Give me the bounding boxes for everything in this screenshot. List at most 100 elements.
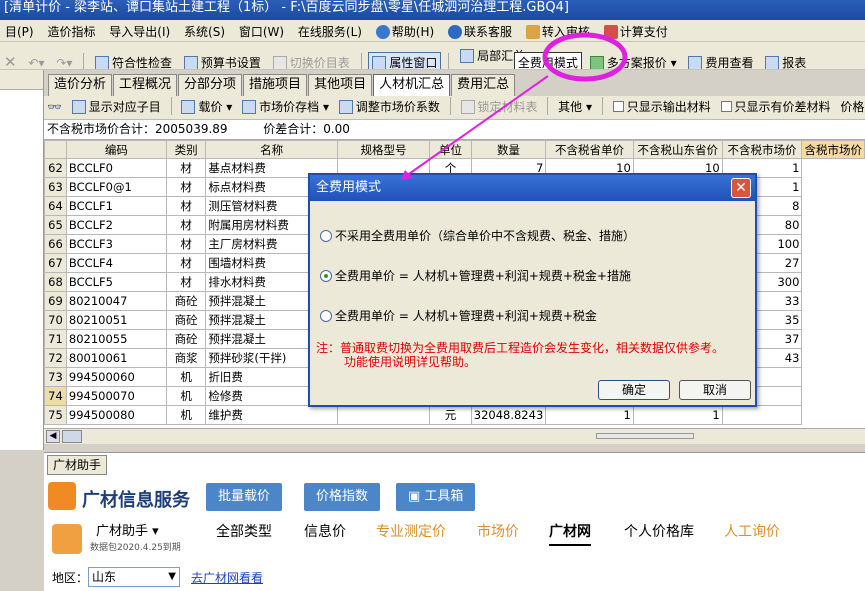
- property-window-button[interactable]: 属性窗口: [368, 52, 442, 69]
- name-cell[interactable]: 维护费: [205, 405, 338, 425]
- region-select[interactable]: 山东 ▼: [88, 567, 180, 587]
- fee-view-button[interactable]: 费用查看: [684, 52, 757, 69]
- toolbox-button[interactable]: ▣ 工具箱: [396, 483, 476, 511]
- col-header-code[interactable]: 编码: [65, 140, 167, 159]
- show-child-button[interactable]: 显示对应子目: [69, 96, 164, 118]
- menu-item-cost-index[interactable]: 造价指标: [42, 20, 100, 41]
- category-cell[interactable]: 商砼: [165, 329, 207, 349]
- only-diff-checkbox[interactable]: 只显示有价差材料: [718, 96, 834, 118]
- tab-cost-analysis[interactable]: 造价分析: [48, 74, 113, 96]
- col-header-quantity[interactable]: 数量: [470, 140, 547, 159]
- unit-cell[interactable]: 元: [429, 405, 472, 425]
- tab-labor-material-summary[interactable]: 人材机汇总: [373, 74, 451, 96]
- nav-all-types[interactable]: 全部类型: [216, 520, 272, 544]
- category-cell[interactable]: 材: [165, 272, 207, 292]
- market-price-cell[interactable]: [721, 405, 803, 425]
- code-cell[interactable]: BCCLF1: [65, 196, 167, 216]
- code-cell[interactable]: BCCLF2: [65, 215, 167, 235]
- adjust-coef-button[interactable]: 调整市场价系数: [336, 96, 443, 118]
- category-cell[interactable]: 材: [165, 253, 207, 273]
- tab-measures[interactable]: 措施项目: [243, 74, 308, 96]
- code-cell[interactable]: 80010061: [65, 348, 167, 368]
- option-no-full-fee[interactable]: 不采用全费用单价（综合单价中不含规费、税金、措施）: [320, 228, 635, 244]
- tab-other-items[interactable]: 其他项目: [308, 74, 373, 96]
- menu-item-window[interactable]: 窗口(W): [234, 20, 289, 41]
- category-cell[interactable]: 材: [165, 177, 207, 197]
- only-output-checkbox[interactable]: 只显示输出材料: [610, 96, 714, 118]
- tab-fee-summary[interactable]: 费用汇总: [451, 74, 516, 96]
- col-header-province-price[interactable]: 不含税省单价: [545, 140, 634, 159]
- code-cell[interactable]: 80210051: [65, 310, 167, 330]
- category-cell[interactable]: 材: [165, 196, 207, 216]
- category-cell[interactable]: 材: [165, 234, 207, 254]
- menu-item-support[interactable]: 联系客服: [443, 20, 517, 41]
- category-cell[interactable]: 机: [165, 386, 207, 406]
- splitter-handle[interactable]: [596, 433, 694, 439]
- option-full-fee-with-measures[interactable]: 全费用单价 = 人材机+管理费+利润+规费+税金+措施: [320, 268, 631, 284]
- close-icon[interactable]: ✕: [0, 51, 21, 69]
- code-cell[interactable]: BCCLF0: [65, 158, 167, 178]
- code-cell[interactable]: 994500080: [65, 405, 167, 425]
- fit-check-button[interactable]: 符合性检查: [91, 52, 176, 69]
- category-cell[interactable]: 机: [165, 367, 207, 387]
- full-fee-mode-button[interactable]: 全费用模式: [513, 52, 582, 69]
- quantity-cell[interactable]: 32048.8243: [470, 405, 547, 425]
- col-header-spec[interactable]: 规格型号: [336, 140, 431, 159]
- close-icon[interactable]: ✕: [731, 178, 751, 198]
- code-cell[interactable]: BCCLF4: [65, 253, 167, 273]
- code-cell[interactable]: BCCLF0@1: [65, 177, 167, 197]
- category-cell[interactable]: 商浆: [165, 348, 207, 368]
- menu-item-help[interactable]: 帮助(H): [371, 20, 439, 41]
- shandong-price-cell[interactable]: 1: [632, 405, 723, 425]
- go-guangcai-link[interactable]: 去广材网看看: [191, 569, 263, 586]
- scroll-thumb[interactable]: [62, 430, 82, 443]
- undo-icon[interactable]: ↶▾: [24, 52, 48, 69]
- menu-item-audit[interactable]: 转入审核: [521, 20, 595, 41]
- col-header-name[interactable]: 名称: [205, 140, 338, 159]
- menu-item-project[interactable]: 目(P): [0, 20, 39, 41]
- col-header-market-price-tax[interactable]: 含税市场价: [801, 140, 865, 159]
- option-full-fee-without-measures[interactable]: 全费用单价 = 人材机+管理费+利润+规费+税金: [320, 308, 597, 324]
- scroll-left-icon[interactable]: ◀: [46, 430, 60, 443]
- col-header-market-price[interactable]: 不含税市场价: [721, 140, 803, 159]
- code-cell[interactable]: BCCLF3: [65, 234, 167, 254]
- spec-cell[interactable]: [336, 405, 431, 425]
- code-cell[interactable]: BCCLF5: [65, 272, 167, 292]
- code-cell[interactable]: 80210055: [65, 329, 167, 349]
- category-cell[interactable]: 商砼: [165, 310, 207, 330]
- radio-button[interactable]: [320, 310, 332, 322]
- nav-personal-library[interactable]: 个人价格库: [624, 520, 694, 544]
- horizontal-scrollbar[interactable]: ◀: [44, 428, 865, 444]
- col-header-unit[interactable]: 单位: [429, 140, 472, 159]
- nav-info-price[interactable]: 信息价: [304, 520, 346, 544]
- nav-market-price[interactable]: 市场价: [477, 520, 519, 544]
- redo-icon[interactable]: ↷▾: [52, 52, 76, 69]
- menu-item-online[interactable]: 在线服务(L): [293, 20, 367, 41]
- category-cell[interactable]: 机: [165, 405, 207, 425]
- budget-setting-button[interactable]: 预算书设置: [180, 52, 265, 69]
- code-cell[interactable]: 994500060: [65, 367, 167, 387]
- table-row[interactable]: 75 994500080 机维护费元 32048.8243 1 1: [44, 405, 865, 425]
- guangcai-helper-tab[interactable]: 广材助手: [47, 455, 108, 475]
- report-button[interactable]: 报表: [761, 52, 810, 69]
- nav-manual-inquiry[interactable]: 人工询价: [724, 520, 780, 544]
- nav-guangcai-net[interactable]: 广材网: [549, 520, 591, 546]
- cancel-button[interactable]: 取消: [679, 380, 751, 400]
- assistant-dropdown[interactable]: 广材助手 ▾: [96, 520, 159, 539]
- market-price-save-button[interactable]: 市场价存档 ▾: [239, 96, 332, 118]
- price-index-button[interactable]: 价格指数: [304, 483, 381, 511]
- radio-button-selected[interactable]: [320, 270, 332, 282]
- menu-item-import-export[interactable]: 导入导出(I): [104, 20, 175, 41]
- menu-item-system[interactable]: 系统(S): [179, 20, 230, 41]
- code-cell[interactable]: 994500070: [65, 386, 167, 406]
- col-header-shandong-price[interactable]: 不含税山东省价: [632, 140, 723, 159]
- batch-load-price-button[interactable]: 批量载价: [206, 483, 283, 511]
- menu-item-payment[interactable]: 计算支付: [599, 20, 673, 41]
- price-doc-button[interactable]: 价格文: [837, 96, 865, 118]
- binoculars-icon[interactable]: 👓: [44, 96, 65, 118]
- tab-sub-items[interactable]: 分部分项: [178, 74, 243, 96]
- radio-button[interactable]: [320, 230, 332, 242]
- other-dropdown[interactable]: 其他 ▾: [555, 96, 595, 118]
- category-cell[interactable]: 材: [165, 215, 207, 235]
- nav-measured-price[interactable]: 专业测定价: [376, 520, 446, 544]
